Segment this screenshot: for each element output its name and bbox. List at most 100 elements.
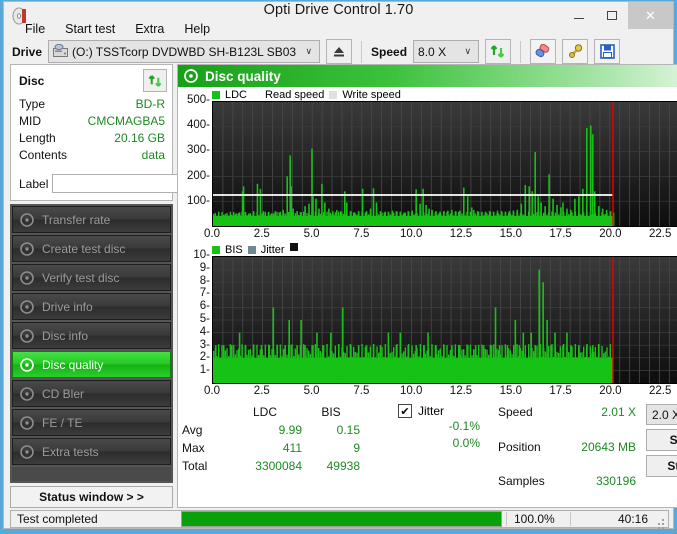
stats-total-ldc: 3300084	[255, 459, 302, 473]
bis-plot-area	[212, 256, 677, 384]
sidebar-item-label: Verify test disc	[42, 270, 120, 285]
bis-x-axis: 0.02.55.07.510.012.515.017.520.022.525.0…	[204, 384, 677, 400]
legend-label-read-speed: Read speed	[265, 88, 325, 101]
position-label: Position	[498, 439, 541, 454]
stats-header-bis: BIS	[321, 405, 341, 419]
stats-avg-ldc: 9.99	[278, 423, 302, 437]
action-buttons: 2.0 X ∨ Start full Start part	[646, 404, 677, 507]
x-tick-label: 22.5	[648, 228, 672, 240]
status-window-button[interactable]: Status window > >	[10, 486, 173, 508]
refresh-icon	[490, 45, 505, 58]
sidebar-item-transfer-rate[interactable]: Transfer rate	[12, 206, 171, 233]
stats-panel: LDC BIS Avg 9.99 0.15 Max 411 9 Total 33…	[178, 400, 677, 507]
speed-position-group: Speed 2.01 X Position 20643 MB Samples 3…	[498, 404, 636, 507]
menu-item-start-test[interactable]: Start test	[57, 19, 123, 39]
stats-header-ldc: LDC	[252, 405, 277, 419]
sidebar-item-drive-info[interactable]: Drive info	[12, 293, 171, 320]
disc-icon	[184, 69, 198, 83]
y-tick-label: 100-	[186, 194, 210, 207]
nav-spacer	[12, 467, 171, 481]
resize-grip[interactable]	[654, 511, 668, 529]
toolbar: Drive (O:) TSSTcorp DVDWBD SH-B123L SB03…	[4, 39, 673, 64]
app-window: Opti Drive Control 1.70 ✕ File Start tes…	[3, 1, 677, 529]
start-part-button[interactable]: Start part	[646, 455, 677, 477]
y-tick-label: 4-	[199, 325, 210, 338]
menu-item-help[interactable]: Help	[176, 19, 218, 39]
sidebar-item-create-test-disc[interactable]: Create test disc	[12, 235, 171, 262]
refresh-icon	[148, 74, 161, 87]
bis-y-axis-left: 1- 2- 3- 4- 5- 6- 7- 8- 9- 10-	[182, 249, 212, 384]
disc-row-value: CMCMAGBA5	[87, 114, 165, 128]
save-button[interactable]	[594, 39, 621, 64]
jitter-checkbox[interactable]: ✔	[398, 404, 412, 418]
x-tick-label: 17.5	[549, 385, 572, 397]
ldc-x-axis: 0.02.55.07.510.012.515.017.520.022.525.0…	[204, 227, 677, 243]
legend-swatch-ldc	[212, 90, 220, 99]
sidebar-item-label: Disc info	[42, 328, 89, 343]
y-tick-label: 3-	[199, 338, 210, 351]
test-speed-select[interactable]: 2.0 X ∨	[646, 404, 677, 425]
x-tick-label: 10.0	[399, 385, 423, 397]
charts-container: LDC Read speed Write speed 100- 200- 300- 4…	[178, 87, 677, 400]
sidebar-item-extra-tests[interactable]: Extra tests	[12, 438, 171, 465]
jitter-header: ✔ Jitter	[398, 404, 480, 418]
toolbar-separator	[361, 40, 363, 63]
legend-label-write-speed: Write speed	[342, 88, 401, 101]
y-tick-label: 9-	[199, 261, 210, 274]
disc-row-value: data	[141, 148, 165, 162]
panel-header: Disc quality	[178, 65, 677, 87]
legend-label-jitter: Jitter	[260, 243, 285, 256]
stats-max-bis: 9	[353, 441, 360, 455]
elapsed-time: 40:16	[570, 512, 654, 526]
start-full-button[interactable]: Start full	[646, 429, 677, 451]
minimize-button[interactable]	[562, 2, 595, 29]
sidebar-item-label: Drive info	[42, 299, 93, 314]
disc-label-row: Label	[11, 169, 254, 200]
sidebar-item-disc-quality[interactable]: Disc quality	[12, 351, 171, 378]
disc-label-caption: Label	[19, 176, 49, 191]
key-button[interactable]	[562, 39, 589, 64]
speed-stat-label: Speed	[498, 405, 533, 419]
sidebar-item-fe-te[interactable]: FE / TE	[12, 409, 171, 436]
disc-row-mid: MID CMCMAGBA5	[19, 113, 165, 130]
title-bar: Opti Drive Control 1.70 ✕	[4, 2, 673, 29]
disc-row-key: Type	[19, 97, 46, 111]
y-tick-label: 7-	[199, 287, 210, 300]
eject-button[interactable]	[326, 39, 353, 64]
erase-button[interactable]	[530, 39, 557, 64]
sidebar-item-label: Transfer rate	[42, 212, 111, 227]
sidebar-item-label: Create test disc	[42, 241, 126, 256]
sidebar-item-disc-info[interactable]: Disc info	[12, 322, 171, 349]
stats-table: LDC BIS Avg 9.99 0.15 Max 411 9 Total 33…	[182, 404, 360, 507]
x-tick-label: 2.5	[253, 385, 270, 397]
window-controls: ✕	[562, 2, 673, 29]
key-icon	[568, 44, 582, 58]
y-tick-label: 400-	[186, 119, 210, 132]
drive-select[interactable]: (O:) TSSTcorp DVDWBD SH-B123L SB03 ∨	[48, 40, 321, 63]
refresh-button[interactable]	[485, 39, 512, 64]
disc-icon	[20, 386, 34, 401]
main-body: Disc Type BD-R MID CMCMAGBA5 Length 20.1…	[4, 64, 677, 508]
close-button[interactable]: ✕	[628, 2, 673, 29]
disc-row-value: 20.16 GB	[114, 131, 165, 145]
maximize-button[interactable]	[595, 2, 628, 29]
disc-row-value: BD-R	[135, 97, 165, 111]
x-tick-label: 0.0	[204, 228, 220, 240]
x-tick-label: 2.5	[253, 228, 270, 240]
sidebar-item-cd-bler[interactable]: CD Bler	[12, 380, 171, 407]
disc-refresh-button[interactable]	[143, 69, 167, 92]
sidebar-item-verify-test-disc[interactable]: Verify test disc	[12, 264, 171, 291]
disc-row-key: Length	[19, 131, 56, 145]
x-tick-label: 12.5	[449, 385, 473, 397]
bis-chart-legend: BIS Jitter	[182, 243, 677, 256]
speed-value: 8.0 X	[418, 44, 447, 59]
disc-row-contents: Contents data	[19, 147, 165, 164]
y-tick-label: 6-	[199, 300, 210, 313]
y-tick-label: 1-	[199, 364, 210, 377]
menu-item-extra[interactable]: Extra	[127, 19, 172, 39]
speed-stat-value: 2.01 X	[601, 405, 636, 419]
maximize-icon	[606, 11, 617, 20]
speed-select[interactable]: 8.0 X ∨	[413, 40, 480, 63]
ldc-chart: LDC Read speed Write speed 100- 200- 300- 4…	[182, 88, 677, 243]
disc-info-title: Disc	[19, 73, 45, 88]
